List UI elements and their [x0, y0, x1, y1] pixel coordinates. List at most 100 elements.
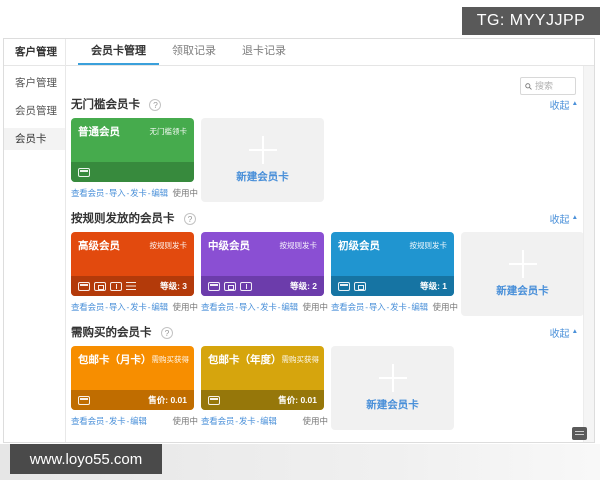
new-card-tile[interactable]: 新建会员卡 — [201, 118, 324, 202]
sidebar-item-member-card[interactable]: 会员卡 — [4, 128, 65, 150]
search-input[interactable] — [535, 81, 571, 91]
card-action-link[interactable]: 查看会员 — [201, 416, 234, 426]
link-separator: - — [256, 302, 260, 312]
plus-icon — [378, 364, 407, 392]
card-action-link[interactable]: 查看会员 — [71, 416, 104, 426]
card-action-link[interactable]: 导入 — [109, 302, 126, 312]
card-actions-row: 查看会员-导入-发卡-编辑 使用中 — [71, 301, 198, 313]
link-separator: - — [147, 302, 151, 312]
card-action-link[interactable]: 编辑 — [130, 416, 147, 426]
member-card-unit: 初级会员 按规则发卡 等级: 1 查看会员-导入-发卡-编辑 使用中 — [331, 232, 458, 313]
card-action-link[interactable]: 发卡 — [130, 302, 147, 312]
card-header: 包邮卡（月卡） 需购买获得 — [71, 346, 194, 390]
tab-claim-records[interactable]: 领取记录 — [159, 39, 229, 65]
card-action-link[interactable]: 发卡 — [260, 302, 277, 312]
card-footer-strip: 售价: 0.01 — [71, 390, 194, 410]
card-feature-icons — [78, 395, 90, 405]
card-type-badge: 无门槛领卡 — [149, 127, 188, 136]
tab-member-card-management[interactable]: 会员卡管理 — [78, 39, 159, 65]
link-separator: - — [126, 188, 130, 198]
card-action-links: 查看会员-导入-发卡-编辑 — [201, 301, 298, 313]
card-type-badge: 按规则发卡 — [279, 241, 318, 250]
chevron-up-icon: ▲ — [571, 327, 578, 335]
card-icon — [338, 281, 350, 291]
link-separator: - — [256, 416, 260, 426]
section-header: 需购买的会员卡 ? 收起 ▲ — [71, 324, 594, 340]
card-section: 需购买的会员卡 ? 收起 ▲ 包邮卡（月卡） 需购买获得 售价: 0.01 查看… — [71, 324, 594, 430]
card-action-link[interactable]: 发卡 — [239, 416, 256, 426]
card-action-link[interactable]: 导入 — [239, 302, 256, 312]
collapse-link[interactable]: 收起 ▲ — [549, 97, 578, 112]
qrcode-icon — [354, 281, 366, 291]
section-header: 按规则发放的会员卡 ? 收起 ▲ — [71, 210, 594, 226]
help-icon[interactable]: ? — [160, 327, 173, 339]
card-action-link[interactable]: 查看会员 — [331, 302, 364, 312]
card-action-link[interactable]: 查看会员 — [201, 302, 234, 312]
card-type-badge: 按规则发卡 — [409, 241, 448, 250]
card-action-link[interactable]: 导入 — [369, 302, 386, 312]
card-action-link[interactable]: 编辑 — [151, 188, 168, 198]
card-action-links: 查看会员-发卡-编辑 — [201, 415, 277, 427]
card-action-link[interactable]: 查看会员 — [71, 302, 104, 312]
link-separator: - — [105, 188, 108, 198]
card-action-link[interactable]: 查看会员 — [71, 188, 104, 198]
card-action-links: 查看会员-发卡-编辑 — [71, 415, 147, 427]
collapse-label: 收起 — [549, 328, 570, 340]
card-action-link[interactable]: 编辑 — [281, 302, 298, 312]
search-icon — [525, 82, 532, 90]
sidebar-header: 客户管理 — [4, 39, 65, 66]
card-action-links: 查看会员-导入-发卡-编辑 — [71, 187, 168, 199]
watermark-site-badge: www.loyo55.com — [10, 444, 162, 474]
card-icon — [78, 281, 90, 291]
card-status: 使用中 — [432, 302, 458, 312]
card-status: 使用中 — [302, 416, 328, 426]
member-card[interactable]: 初级会员 按规则发卡 等级: 1 — [331, 232, 454, 296]
collapse-link[interactable]: 收起 ▲ — [550, 211, 578, 225]
tab-card-return-records[interactable]: 退卡记录 — [229, 39, 299, 65]
card-actions-row: 查看会员-导入-发卡-编辑 使用中 — [71, 187, 198, 199]
card-action-link[interactable]: 发卡 — [390, 302, 407, 312]
help-icon[interactable]: ? — [183, 213, 196, 225]
member-card-unit: 普通会员 无门槛领卡 查看会员-导入-发卡-编辑 使用中 — [71, 118, 198, 199]
new-card-label: 新建会员卡 — [496, 285, 549, 297]
feedback-widget-icon[interactable] — [572, 427, 587, 440]
card-action-links: 查看会员-导入-发卡-编辑 — [71, 301, 168, 313]
scrollbar-track[interactable] — [583, 66, 594, 442]
card-meta-value: 等级: 3 — [160, 281, 187, 291]
card-action-link[interactable]: 导入 — [109, 188, 126, 198]
sections-container: 无门槛会员卡 ? 收起 ▲ 普通会员 无门槛领卡 查看会员-导入-发卡-编辑 使… — [71, 96, 594, 430]
sidebar-item-member-management[interactable]: 会员管理 — [4, 100, 65, 122]
member-card[interactable]: 高级会员 按规则发卡 等级: 3 — [71, 232, 194, 296]
help-icon[interactable]: ? — [149, 99, 162, 111]
card-header: 初级会员 按规则发卡 — [331, 232, 454, 276]
card-action-link[interactable]: 发卡 — [109, 416, 126, 426]
new-card-tile[interactable]: 新建会员卡 — [331, 346, 454, 430]
collapse-label: 收起 — [549, 100, 570, 112]
member-card[interactable]: 普通会员 无门槛领卡 — [71, 118, 194, 182]
link-separator: - — [126, 416, 130, 426]
content-area: 无门槛会员卡 ? 收起 ▲ 普通会员 无门槛领卡 查看会员-导入-发卡-编辑 使… — [66, 66, 594, 442]
card-action-link[interactable]: 编辑 — [260, 416, 277, 426]
link-separator: - — [105, 416, 108, 426]
member-card[interactable]: 包邮卡（年度） 需购买获得 售价: 0.01 — [201, 346, 324, 410]
section-title: 按规则发放的会员卡 — [71, 213, 175, 225]
link-separator: - — [365, 302, 368, 312]
card-action-link[interactable]: 编辑 — [411, 302, 428, 312]
new-card-tile[interactable]: 新建会员卡 — [461, 232, 584, 316]
card-action-link[interactable]: 编辑 — [151, 302, 168, 312]
search-box[interactable] — [520, 77, 576, 95]
section-title-group: 无门槛会员卡 ? — [71, 95, 162, 113]
member-card[interactable]: 包邮卡（月卡） 需购买获得 售价: 0.01 — [71, 346, 194, 410]
sidebar-item-customer-management[interactable]: 客户管理 — [4, 72, 65, 94]
collapse-link[interactable]: 收起 ▲ — [549, 325, 578, 340]
member-card[interactable]: 中级会员 按规则发卡 等级: 2 — [201, 232, 324, 296]
card-type-badge: 按规则发卡 — [149, 241, 188, 250]
card-title: 包邮卡（年度） — [208, 354, 282, 366]
cards-row: 高级会员 按规则发卡 等级: 3 查看会员-导入-发卡-编辑 使用中 中级会员 … — [71, 232, 594, 316]
card-title: 普通会员 — [78, 126, 120, 138]
card-action-link[interactable]: 发卡 — [130, 188, 147, 198]
card-header: 包邮卡（年度） 需购买获得 — [201, 346, 324, 390]
card-status: 使用中 — [172, 416, 198, 426]
link-separator: - — [407, 302, 411, 312]
tg-overlay-badge: TG: MYYJJPP — [462, 7, 600, 35]
